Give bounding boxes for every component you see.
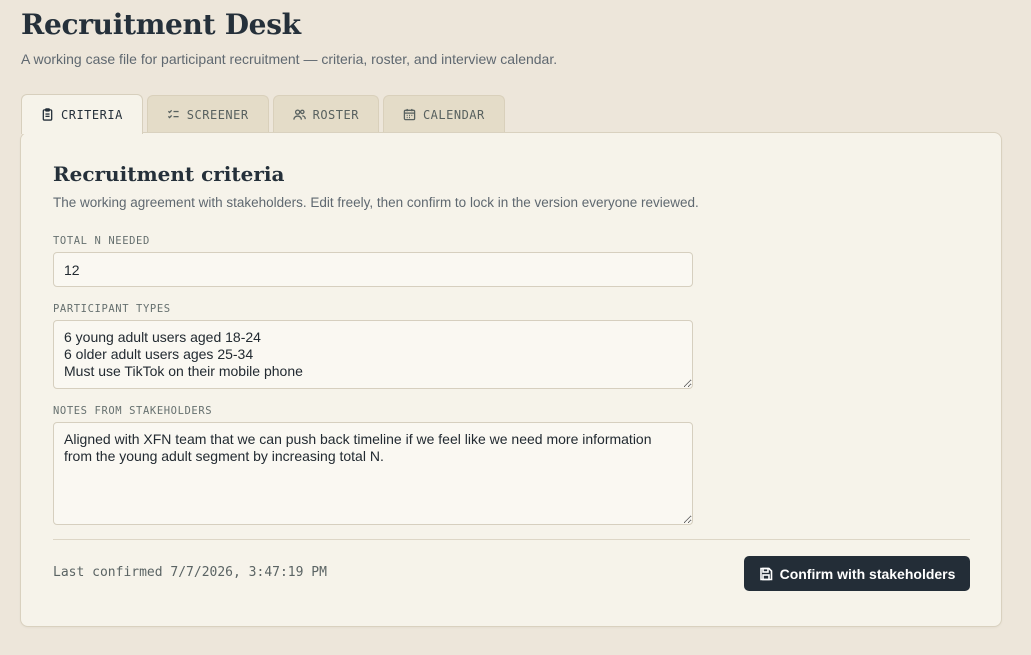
participant-types-textarea[interactable]: 6 young adult users aged 18-24 6 older a… xyxy=(53,320,693,389)
confirm-with-stakeholders-button[interactable]: Confirm with stakeholders xyxy=(744,556,970,591)
tab-bar: CRITERIA SCREENER ROSTER CALENDAR xyxy=(21,94,505,134)
tab-roster[interactable]: ROSTER xyxy=(272,95,379,133)
save-icon xyxy=(759,567,772,580)
calendar-icon xyxy=(403,108,416,121)
users-icon xyxy=(292,109,306,120)
tab-label: SCREENER xyxy=(186,107,249,122)
confirm-button-label: Confirm with stakeholders xyxy=(779,565,956,582)
last-confirmed-timestamp: Last confirmed 7/7/2026, 3:47:19 PM xyxy=(53,565,327,580)
app-title: Recruitment Desk xyxy=(21,8,301,41)
criteria-panel: Recruitment criteria The working agreeme… xyxy=(20,132,1002,627)
tab-label: ROSTER xyxy=(312,107,359,122)
recruitment-desk-page: Recruitment Desk A working case file for… xyxy=(0,0,1031,655)
participant-types-label: PARTICIPANT TYPES xyxy=(53,303,171,315)
panel-title: Recruitment criteria xyxy=(53,162,285,186)
tab-screener[interactable]: SCREENER xyxy=(146,95,269,133)
app-subtitle: A working case file for participant recr… xyxy=(21,51,558,67)
stakeholder-notes-label: NOTES FROM STAKEHOLDERS xyxy=(53,405,213,417)
total-n-label: TOTAL N NEEDED xyxy=(53,235,150,247)
tab-label: CALENDAR xyxy=(422,107,485,122)
panel-description: The working agreement with stakeholders.… xyxy=(53,195,699,210)
tab-criteria[interactable]: CRITERIA xyxy=(21,94,143,134)
checklist-icon xyxy=(167,109,179,119)
clipboard-icon xyxy=(42,108,53,121)
tab-calendar[interactable]: CALENDAR xyxy=(382,95,505,133)
total-n-input[interactable] xyxy=(53,252,693,287)
divider xyxy=(53,539,970,540)
stakeholder-notes-textarea[interactable]: Aligned with XFN team that we can push b… xyxy=(53,422,693,525)
tab-label: CRITERIA xyxy=(61,107,123,122)
